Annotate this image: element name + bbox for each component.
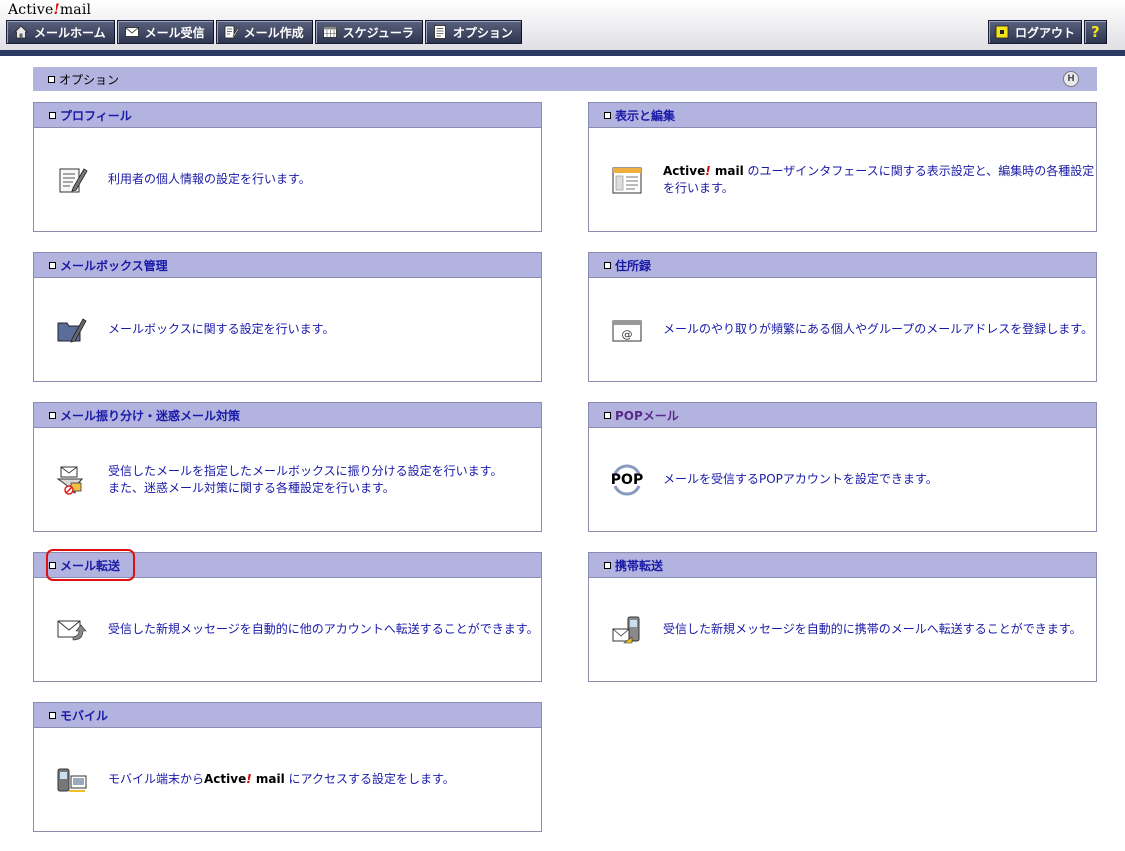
- card-mailbox-link[interactable]: メールボックス管理: [60, 257, 168, 274]
- pop-icon: POP: [609, 462, 645, 498]
- mail-forward-icon: [54, 612, 90, 648]
- card-mobile-link[interactable]: モバイル: [60, 707, 108, 724]
- square-bullet-icon: [49, 561, 56, 569]
- nav-mail-home-button[interactable]: メールホーム: [6, 20, 115, 44]
- help-button[interactable]: ?: [1084, 20, 1107, 44]
- profile-edit-icon: [54, 162, 90, 198]
- calendar-icon: [322, 24, 338, 40]
- layout-icon: [609, 162, 645, 198]
- svg-text:@: @: [622, 328, 633, 341]
- card-pop-mail-link[interactable]: POPメール: [615, 407, 679, 424]
- card-mobile-forward: 携帯転送 受信した新規メッセージを自動的に携帯のメールへ転送することができます。: [588, 552, 1097, 682]
- square-bullet-icon: [604, 561, 611, 569]
- compose-icon: [223, 24, 239, 40]
- mobile-icon: [54, 762, 90, 798]
- card-mobile: モバイル モバイル端末からActive! mail にアクセスする設定をします。: [33, 702, 542, 832]
- card-profile-link[interactable]: プロフィール: [60, 107, 132, 124]
- card-profile: プロフィール 利用者の個人情報の設定を行います。: [33, 102, 542, 232]
- section-title-bar: オプション H: [33, 67, 1097, 91]
- folder-edit-icon: [54, 312, 90, 348]
- app-header: Active!mail メールホーム メール受信 メール作成 スケジューラ オプ…: [0, 0, 1125, 56]
- card-address-book-link[interactable]: 住所録: [615, 257, 651, 274]
- card-mobile-forward-description: 受信した新規メッセージを自動的に携帯のメールへ転送することができます。: [663, 622, 1082, 636]
- card-mail-forward-link[interactable]: メール転送: [60, 557, 120, 574]
- card-mobile-forward-link[interactable]: 携帯転送: [615, 557, 663, 574]
- help-icon: ?: [1091, 23, 1100, 41]
- square-bullet-icon: [49, 261, 56, 269]
- square-bullet-icon: [48, 75, 55, 83]
- card-pop-mail-description: メールを受信するPOPアカウントを設定できます。: [663, 472, 938, 486]
- card-display-edit: 表示と編集 Active! mail のユーザインタフェースに関する表示設定と、…: [588, 102, 1097, 232]
- page-help-icon[interactable]: H: [1063, 71, 1079, 87]
- logout-button[interactable]: ログアウト: [988, 20, 1083, 44]
- logout-icon: [994, 24, 1010, 40]
- square-bullet-icon: [604, 411, 611, 419]
- square-bullet-icon: [49, 111, 56, 119]
- page-title: オプション: [59, 72, 120, 87]
- options-icon: [432, 24, 448, 40]
- address-book-icon: @: [609, 312, 645, 348]
- card-address-book-description: メールのやり取りが頻繁にある個人やグループのメールアドレスを登録します。: [663, 322, 1094, 336]
- square-bullet-icon: [49, 711, 56, 719]
- square-bullet-icon: [604, 111, 611, 119]
- envelope-icon: [124, 24, 140, 40]
- nav-options-button[interactable]: オプション: [424, 20, 522, 44]
- header-divider: [0, 50, 1125, 56]
- card-mail-filter-link[interactable]: メール振り分け・迷惑メール対策: [60, 407, 240, 424]
- main-nav: メールホーム メール受信 メール作成 スケジューラ オプション: [6, 20, 524, 44]
- card-mail-filter-description: 受信したメールを指定したメールボックスに振り分ける設定を行います。 また、迷惑メ…: [108, 463, 503, 495]
- filter-icon: [54, 462, 90, 498]
- app-logo: Active!mail: [8, 2, 92, 18]
- home-icon: [13, 24, 29, 40]
- card-mail-forward: メール転送 受信した新規メッセージを自動的に他のアカウントへ転送することができま…: [33, 552, 542, 682]
- nav-scheduler-button[interactable]: スケジューラ: [314, 20, 423, 44]
- card-mailbox-description: メールボックスに関する設定を行います。: [108, 322, 335, 336]
- card-pop-mail: POPメール POP メールを受信するPOPアカウントを設定できます。: [588, 402, 1097, 532]
- nav-mail-receive-button[interactable]: メール受信: [116, 20, 214, 44]
- card-display-edit-description: Active! mail のユーザインタフェースに関する表示設定と、編集時の各種…: [663, 163, 1095, 195]
- card-mailbox: メールボックス管理 メールボックスに関する設定を行います。: [33, 252, 542, 382]
- card-mail-filter: メール振り分け・迷惑メール対策 受信したメールを指定したメールボックスに振り分け…: [33, 402, 542, 532]
- card-mail-forward-description: 受信した新規メッセージを自動的に他のアカウントへ転送することができます。: [108, 622, 539, 636]
- header-right-nav: ログアウト ?: [988, 20, 1109, 44]
- card-display-edit-link[interactable]: 表示と編集: [615, 107, 675, 124]
- nav-mail-compose-button[interactable]: メール作成: [215, 20, 313, 44]
- card-address-book: 住所録 @ メールのやり取りが頻繁にある個人やグループのメールアドレスを登録しま…: [588, 252, 1097, 382]
- mobile-forward-icon: [609, 612, 645, 648]
- square-bullet-icon: [49, 411, 56, 419]
- card-mobile-description: モバイル端末からActive! mail にアクセスする設定をします。: [108, 772, 455, 786]
- square-bullet-icon: [604, 261, 611, 269]
- card-profile-description: 利用者の個人情報の設定を行います。: [108, 172, 311, 186]
